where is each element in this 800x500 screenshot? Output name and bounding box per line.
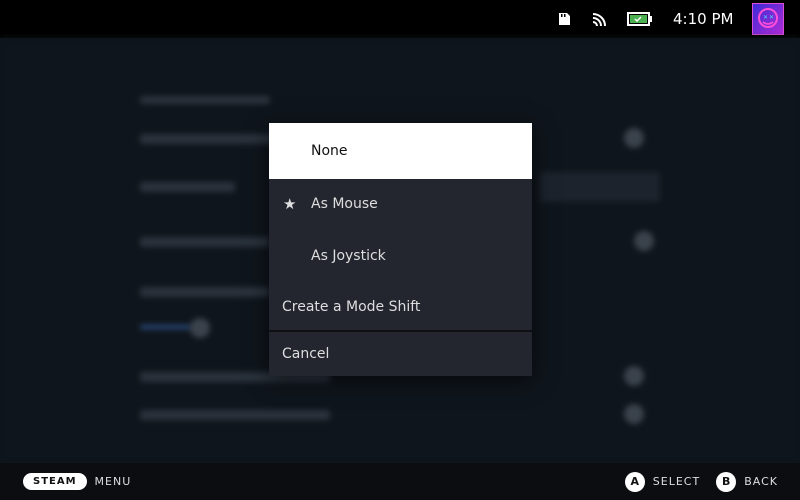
back-label[interactable]: BACK xyxy=(744,475,778,488)
avatar[interactable]: ✕ ✕ xyxy=(752,0,784,38)
status-bar: 4:10 PM ✕ ✕ xyxy=(0,0,800,38)
b-button-icon: B xyxy=(716,471,737,492)
menu-item-label: Create a Mode Shift xyxy=(282,299,421,315)
star-icon: ★ xyxy=(283,195,297,213)
svg-text:✕: ✕ xyxy=(769,14,774,21)
cancel-label: Cancel xyxy=(282,346,330,362)
menu-item-as-mouse[interactable]: ★ As Mouse xyxy=(269,179,532,229)
a-button-icon: A xyxy=(624,471,645,492)
wifi-icon xyxy=(592,0,608,38)
select-label[interactable]: SELECT xyxy=(653,475,700,488)
sd-card-icon xyxy=(557,0,571,38)
svg-text:✕: ✕ xyxy=(763,14,768,21)
menu-item-as-joystick[interactable]: As Joystick xyxy=(269,231,532,281)
footer-bar: STEAM MENU A SELECT B BACK xyxy=(0,463,800,500)
menu-item-none[interactable]: None xyxy=(269,123,532,179)
menu-item-label: None xyxy=(311,143,348,159)
dropdown-menu: None ★ As Mouse As Joystick Create a Mod… xyxy=(269,123,532,376)
menu-item-label: As Mouse xyxy=(311,196,378,212)
menu-item-create-mode-shift[interactable]: Create a Mode Shift xyxy=(269,283,532,331)
clock: 4:10 PM xyxy=(673,10,734,28)
battery-icon xyxy=(627,0,653,38)
cancel-button[interactable]: Cancel xyxy=(269,332,532,376)
menu-item-label: As Joystick xyxy=(311,248,386,264)
steam-button[interactable]: STEAM xyxy=(23,473,87,490)
menu-label: MENU xyxy=(94,475,132,488)
